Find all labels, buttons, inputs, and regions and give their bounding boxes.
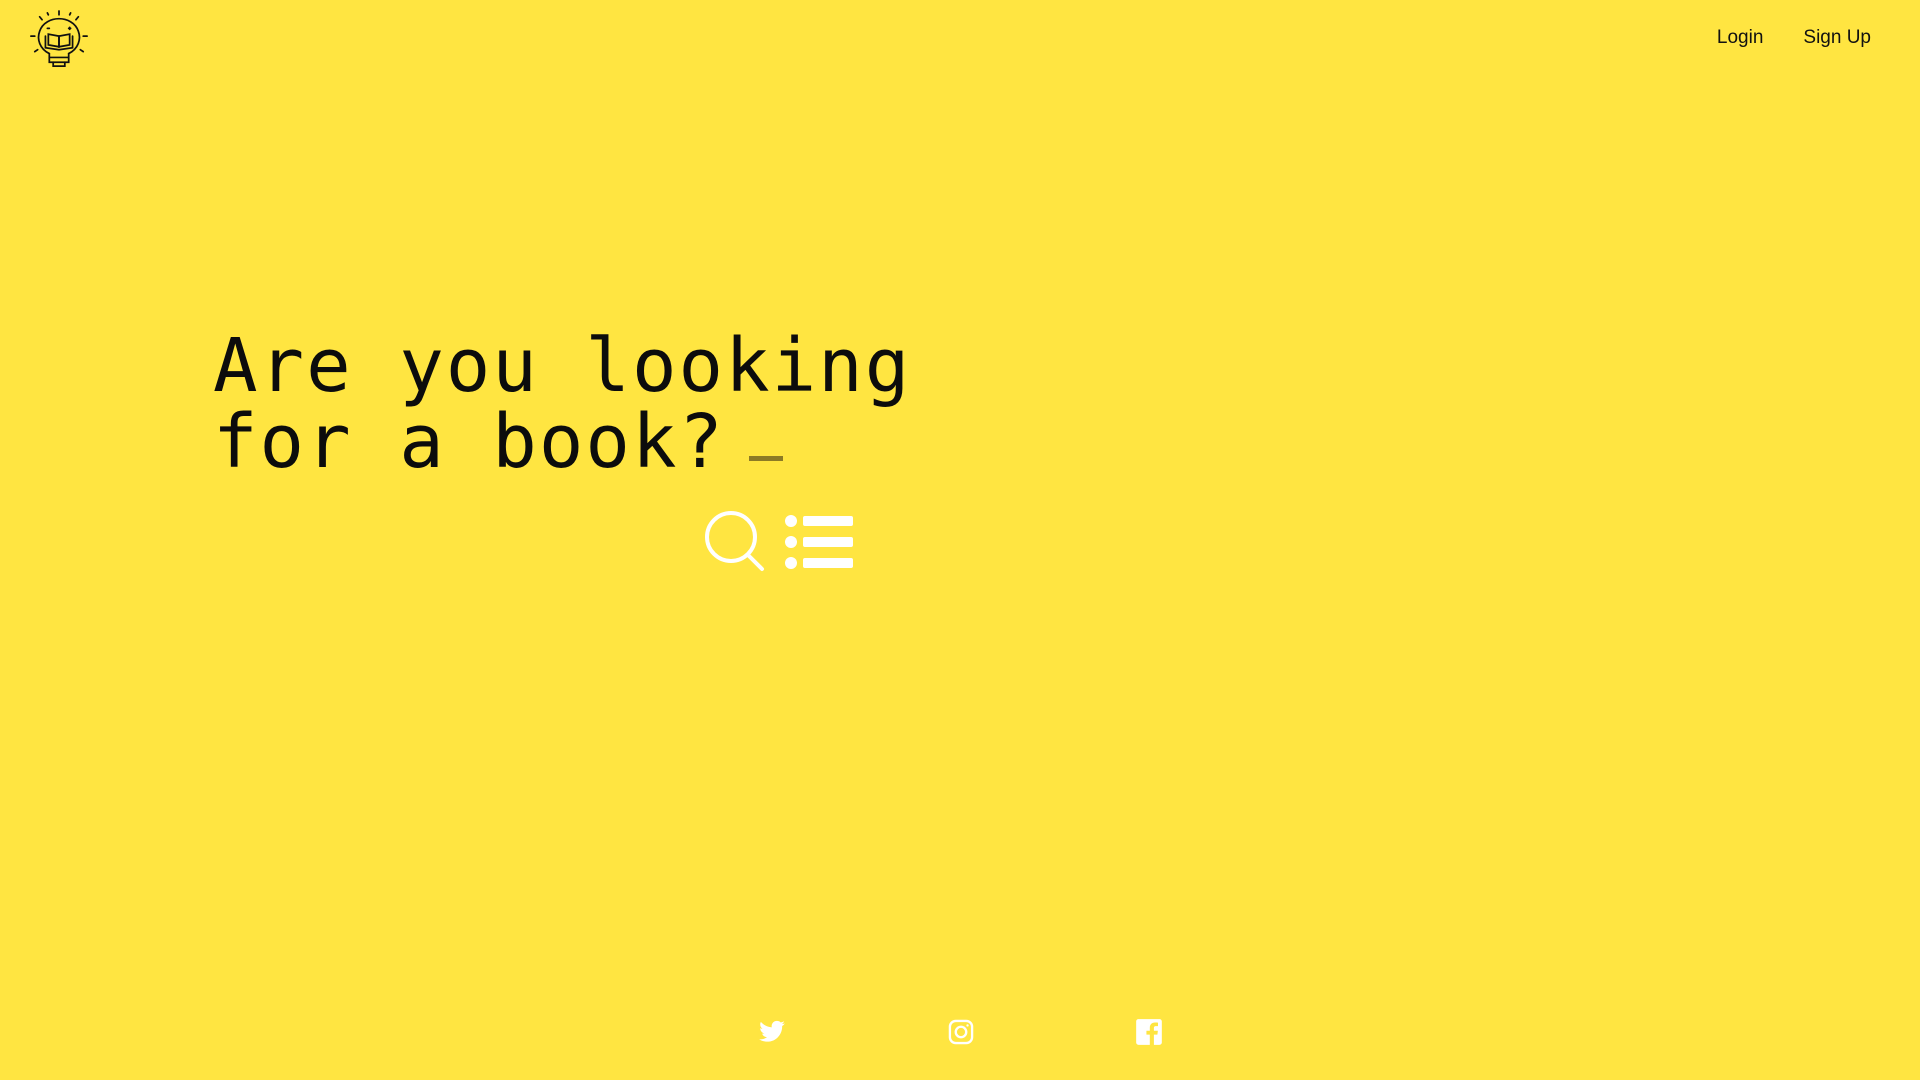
- hero-heading: Are you looking for a book?: [213, 328, 911, 480]
- instagram-link[interactable]: [947, 1018, 975, 1046]
- top-nav: Login Sign Up: [1717, 27, 1871, 49]
- typing-cursor: [749, 456, 784, 461]
- twitter-link[interactable]: [758, 1018, 786, 1046]
- hero-line-2: for a book?: [213, 399, 726, 485]
- search-icon: [705, 511, 764, 571]
- facebook-icon: [1136, 1019, 1162, 1045]
- facebook-link[interactable]: [1135, 1018, 1163, 1046]
- social-links: [0, 1018, 1920, 1048]
- hero-actions: [703, 510, 853, 574]
- search-button[interactable]: [703, 510, 767, 574]
- logo[interactable]: [28, 8, 90, 72]
- hero-line-1: Are you looking: [213, 323, 912, 409]
- lightbulb-book-icon: [30, 10, 88, 68]
- list-icon: [785, 515, 853, 569]
- list-button[interactable]: [785, 514, 853, 570]
- hero-line-2-wrap: for a book?: [213, 404, 911, 480]
- signup-link[interactable]: Sign Up: [1803, 27, 1871, 49]
- login-link[interactable]: Login: [1717, 27, 1764, 49]
- twitter-icon: [759, 1020, 785, 1042]
- instagram-icon: [948, 1019, 974, 1045]
